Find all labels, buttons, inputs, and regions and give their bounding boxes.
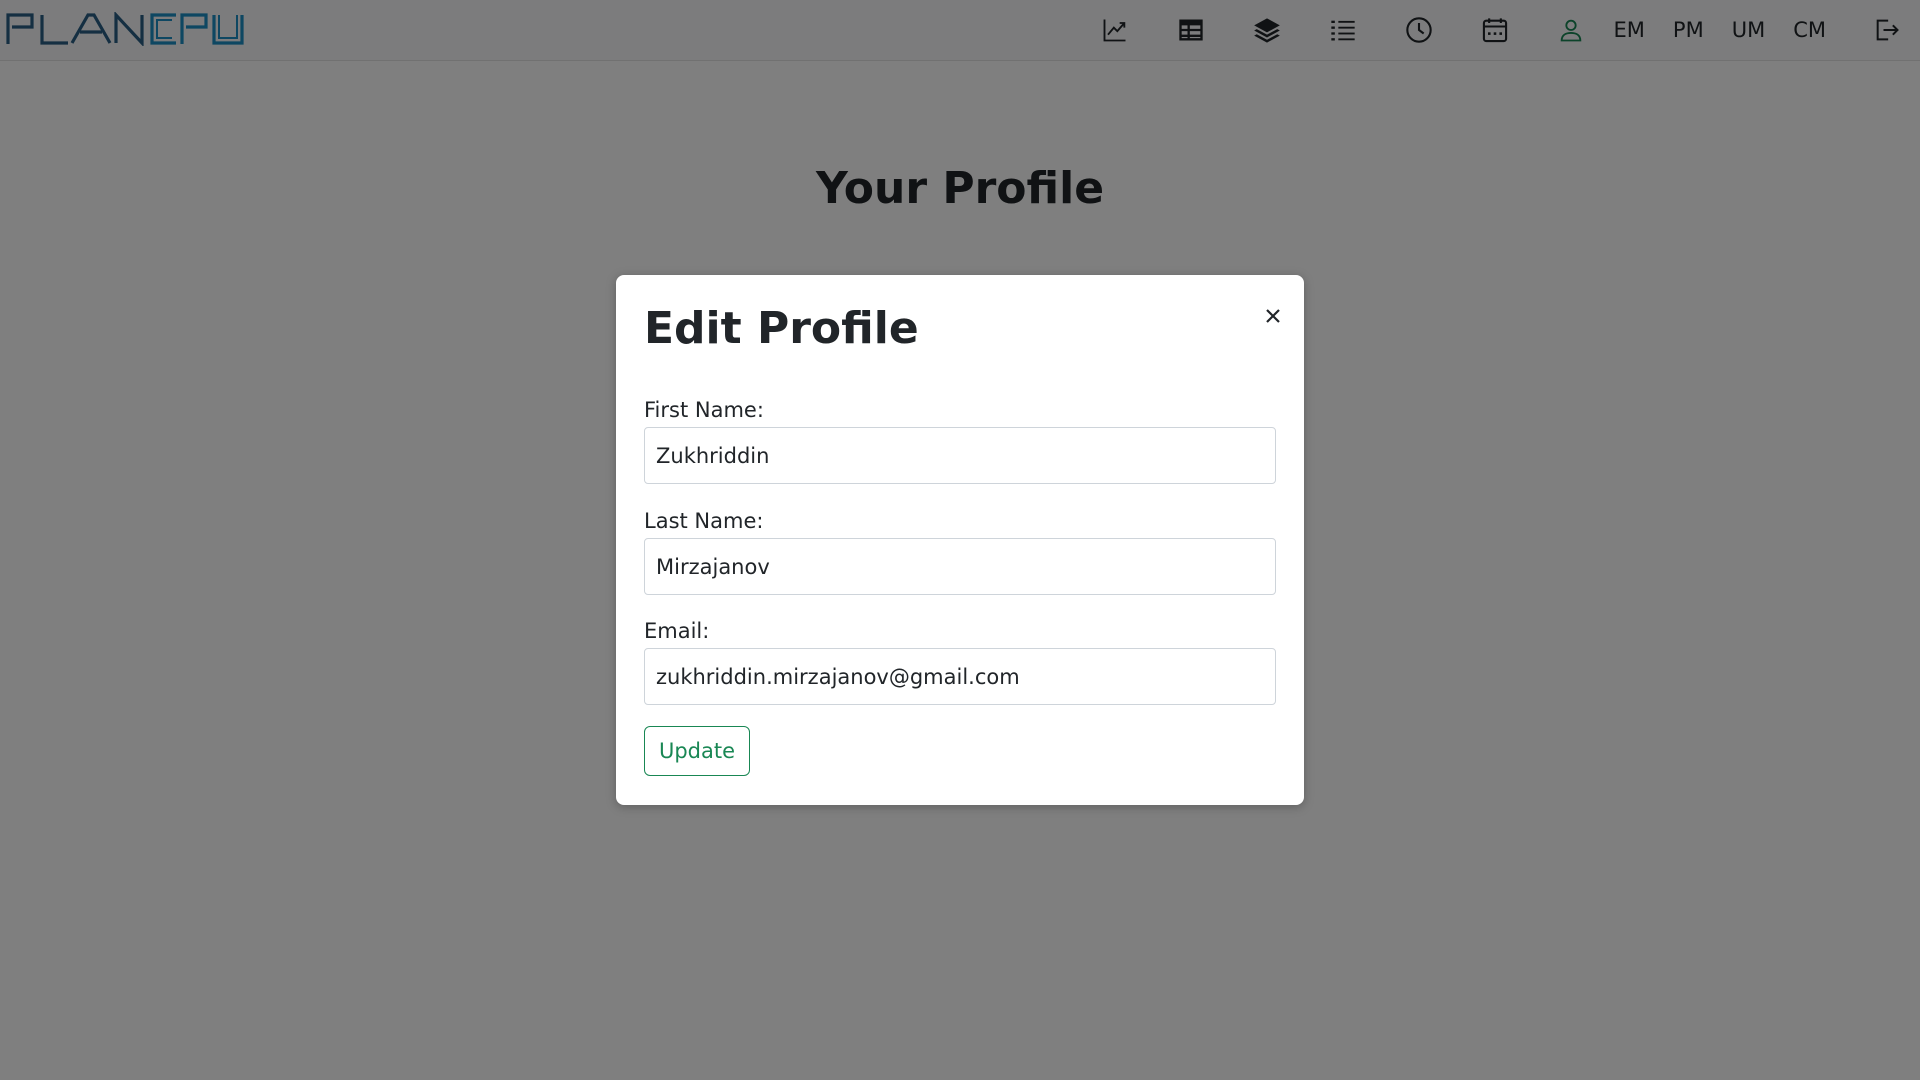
close-icon (1266, 309, 1280, 323)
last-name-label: Last Name: (644, 509, 764, 533)
modal-title: Edit Profile (644, 303, 919, 354)
update-button[interactable]: Update (644, 726, 750, 776)
email-label: Email: (644, 619, 710, 643)
edit-profile-modal: Edit Profile First Name: Last Name: Emai… (616, 275, 1304, 805)
close-button[interactable] (1258, 301, 1288, 331)
page: EM PM UM CM Your Profile Edit Profile Fi… (0, 0, 1920, 1080)
first-name-input[interactable] (644, 427, 1276, 484)
last-name-input[interactable] (644, 538, 1276, 595)
first-name-label: First Name: (644, 398, 764, 422)
email-input[interactable] (644, 648, 1276, 705)
